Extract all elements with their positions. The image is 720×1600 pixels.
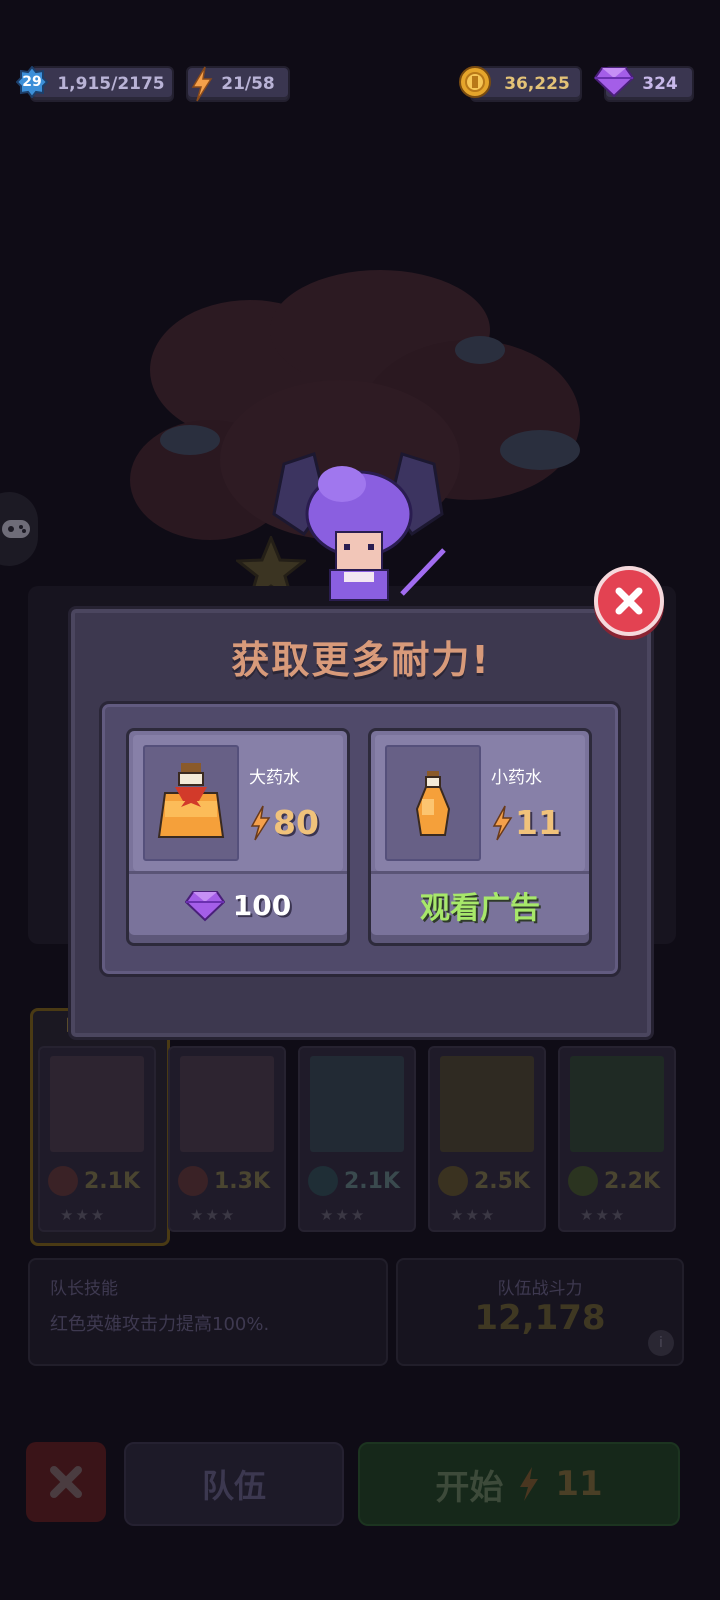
energy-modal: 获取更多耐力! 大药水 80 100 小药水 11 观看广告 <box>68 606 654 1040</box>
hero-portrait <box>50 1056 144 1152</box>
close-icon <box>50 1466 82 1498</box>
large-potion-slot <box>143 745 239 861</box>
team-power-value: 12,178 <box>474 1298 606 1338</box>
staff-icon <box>568 1166 598 1196</box>
lightning-icon <box>520 1467 539 1501</box>
hero-stars: ★★★ <box>450 1206 497 1224</box>
hero-card[interactable]: 2.1K ★★★ <box>38 1046 156 1232</box>
large-potion-value: 80 <box>273 803 319 842</box>
large-potion-card[interactable]: 大药水 80 100 <box>126 728 350 946</box>
hero-stars: ★★★ <box>320 1206 367 1224</box>
energy-text: 21/58 <box>221 74 275 94</box>
large-potion-buy-button[interactable]: 100 <box>129 879 347 931</box>
modal-content-panel: 大药水 80 100 小药水 11 观看广告 <box>99 701 621 977</box>
xp-bar[interactable]: 1,915/2175 <box>30 66 174 102</box>
start-cost: 11 <box>555 1464 603 1504</box>
bow-icon <box>308 1166 338 1196</box>
hero-portrait <box>440 1056 534 1152</box>
team-button[interactable]: 队伍 <box>124 1442 344 1526</box>
coin-text: 36,225 <box>504 74 570 94</box>
hero-power: 1.3K <box>214 1168 271 1194</box>
start-button-label: 开始 <box>435 1467 504 1508</box>
hero-power: 2.1K <box>344 1168 401 1194</box>
energy-bar[interactable]: 21/58 <box>186 66 290 102</box>
level-badge[interactable]: 29 <box>15 65 49 99</box>
magic-icon <box>438 1166 468 1196</box>
start-button[interactable]: 开始 11 <box>358 1442 680 1526</box>
hero-card[interactable]: 2.5K ★★★ <box>428 1046 546 1232</box>
team-power-panel: 队伍战斗力 12,178 i <box>396 1258 684 1366</box>
lightning-icon <box>492 805 513 840</box>
hero-portrait <box>180 1056 274 1152</box>
hero-power: 2.1K <box>84 1168 141 1194</box>
gem-text: 324 <box>642 74 678 94</box>
hero-card[interactable]: 2.1K ★★★ <box>298 1046 416 1232</box>
cancel-button[interactable] <box>26 1442 106 1522</box>
watch-ad-button[interactable]: 观看广告 <box>371 879 589 931</box>
close-icon <box>615 587 643 615</box>
hero-portrait <box>310 1056 404 1152</box>
hero-power: 2.5K <box>474 1168 531 1194</box>
gem-icon <box>594 67 634 98</box>
sword-icon <box>178 1166 208 1196</box>
captain-skill-panel: 队长技能 红色英雄攻击力提高100%. <box>28 1258 388 1366</box>
hero-sprite <box>272 452 446 601</box>
small-potion-card[interactable]: 小药水 11 观看广告 <box>368 728 592 946</box>
watch-ad-label: 观看广告 <box>420 891 540 926</box>
team-button-label: 队伍 <box>201 1467 266 1505</box>
hero-stars: ★★★ <box>190 1206 237 1224</box>
coin-icon <box>459 66 491 98</box>
xp-text: 1,915/2175 <box>57 74 165 94</box>
lightning-icon <box>191 66 213 102</box>
small-potion-name: 小药水 <box>491 768 542 788</box>
modal-title: 获取更多耐力! <box>231 638 491 682</box>
small-potion-slot <box>385 745 481 861</box>
hero-portrait <box>570 1056 664 1152</box>
lightning-icon <box>250 805 271 840</box>
large-potion-cost: 100 <box>232 888 292 922</box>
hero-card[interactable]: 2.2K ★★★ <box>558 1046 676 1232</box>
small-potion-amount: 11 <box>491 803 561 842</box>
small-potion-icon <box>415 771 451 836</box>
skill-label: 队长技能 <box>50 1279 118 1299</box>
small-potion-value: 11 <box>515 803 561 842</box>
team-power-label: 队伍战斗力 <box>497 1279 583 1299</box>
hero-card[interactable]: 1.3K ★★★ <box>168 1046 286 1232</box>
close-modal-button[interactable] <box>594 566 664 636</box>
large-potion-amount: 80 <box>249 803 319 842</box>
info-icon[interactable]: i <box>648 1330 674 1356</box>
gamepad-icon <box>2 520 30 538</box>
sword-icon <box>48 1166 78 1196</box>
level-number: 29 <box>22 74 42 90</box>
large-potion-name: 大药水 <box>249 768 300 788</box>
hero-power: 2.2K <box>604 1168 661 1194</box>
skill-description: 红色英雄攻击力提高100%. <box>50 1314 270 1335</box>
side-menu-tab[interactable] <box>0 492 38 566</box>
hero-stars: ★★★ <box>580 1206 627 1224</box>
large-potion-icon <box>157 763 225 838</box>
gem-icon <box>184 891 225 922</box>
hero-stars: ★★★ <box>60 1206 107 1224</box>
